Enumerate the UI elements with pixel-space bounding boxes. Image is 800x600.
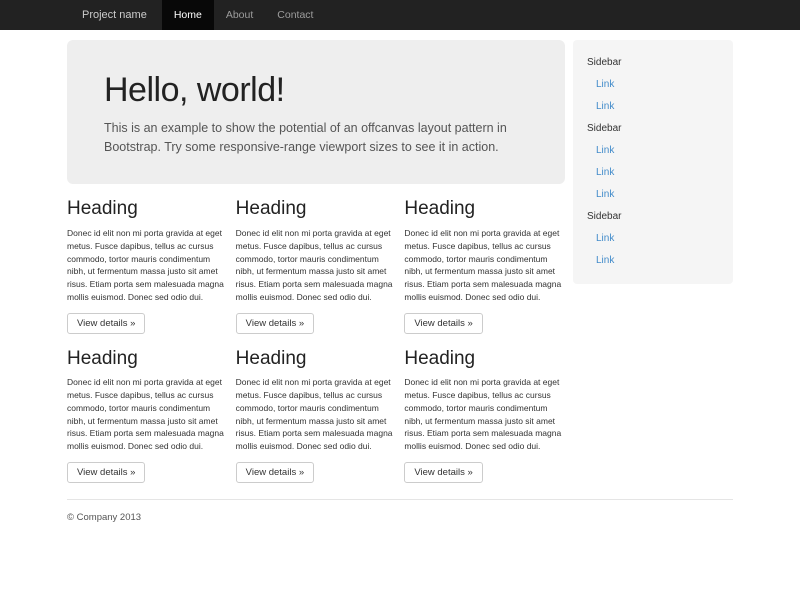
view-details-button[interactable]: View details » — [67, 313, 145, 334]
feature-card: Heading Donec id elit non mi porta gravi… — [236, 348, 397, 483]
sidebar-group-1: Sidebar Link Link — [587, 52, 719, 118]
sidebar-link[interactable]: Link — [587, 74, 719, 96]
card-heading: Heading — [404, 198, 565, 221]
sidebar-link[interactable]: Link — [587, 140, 719, 162]
page-container: Hello, world! This is an example to show… — [67, 40, 733, 523]
sidebar-link[interactable]: Link — [587, 250, 719, 272]
navbar: Project name Home About Contact — [0, 0, 800, 30]
card-body: Donec id elit non mi porta gravida at eg… — [67, 227, 228, 304]
view-details-button[interactable]: View details » — [404, 462, 482, 483]
footer: © Company 2013 — [67, 512, 733, 523]
card-body: Donec id elit non mi porta gravida at eg… — [404, 227, 565, 304]
feature-card: Heading Donec id elit non mi porta gravi… — [67, 198, 228, 333]
card-heading: Heading — [236, 348, 397, 371]
view-details-button[interactable]: View details » — [404, 313, 482, 334]
page-title: Hello, world! — [104, 70, 528, 111]
view-details-button[interactable]: View details » — [236, 462, 314, 483]
sidebar-group-2: Sidebar Link Link Link — [587, 118, 719, 206]
sidebar-link[interactable]: Link — [587, 96, 719, 118]
card-heading: Heading — [67, 198, 228, 221]
navbar-menu: Home About Contact — [162, 0, 326, 30]
feature-card: Heading Donec id elit non mi porta gravi… — [404, 198, 565, 333]
cards-row-2: Heading Donec id elit non mi porta gravi… — [67, 348, 565, 483]
navbar-brand[interactable]: Project name — [67, 0, 162, 30]
jumbotron-description: This is an example to show the potential… — [104, 119, 528, 157]
sidebar-link[interactable]: Link — [587, 228, 719, 250]
view-details-button[interactable]: View details » — [236, 313, 314, 334]
card-heading: Heading — [404, 348, 565, 371]
card-body: Donec id elit non mi porta gravida at eg… — [236, 376, 397, 453]
nav-item-contact[interactable]: Contact — [265, 0, 325, 30]
nav-item-about[interactable]: About — [214, 0, 265, 30]
main-column: Hello, world! This is an example to show… — [67, 40, 565, 483]
nav-item-home[interactable]: Home — [162, 0, 214, 30]
feature-card: Heading Donec id elit non mi porta gravi… — [404, 348, 565, 483]
footer-divider — [67, 499, 733, 500]
card-body: Donec id elit non mi porta gravida at eg… — [67, 376, 228, 453]
sidebar-group-heading: Sidebar — [587, 206, 719, 228]
sidebar: Sidebar Link Link Sidebar Link Link Link… — [573, 40, 733, 284]
sidebar-group-heading: Sidebar — [587, 118, 719, 140]
feature-card: Heading Donec id elit non mi porta gravi… — [67, 348, 228, 483]
card-body: Donec id elit non mi porta gravida at eg… — [404, 376, 565, 453]
feature-card: Heading Donec id elit non mi porta gravi… — [236, 198, 397, 333]
jumbotron: Hello, world! This is an example to show… — [67, 40, 565, 184]
sidebar-group-heading: Sidebar — [587, 52, 719, 74]
content-row: Hello, world! This is an example to show… — [67, 40, 733, 483]
copyright-text: © Company 2013 — [67, 512, 733, 523]
card-body: Donec id elit non mi porta gravida at eg… — [236, 227, 397, 304]
cards-row-1: Heading Donec id elit non mi porta gravi… — [67, 198, 565, 333]
card-heading: Heading — [236, 198, 397, 221]
sidebar-group-3: Sidebar Link Link — [587, 206, 719, 272]
view-details-button[interactable]: View details » — [67, 462, 145, 483]
card-heading: Heading — [67, 348, 228, 371]
sidebar-link[interactable]: Link — [587, 162, 719, 184]
sidebar-link[interactable]: Link — [587, 184, 719, 206]
